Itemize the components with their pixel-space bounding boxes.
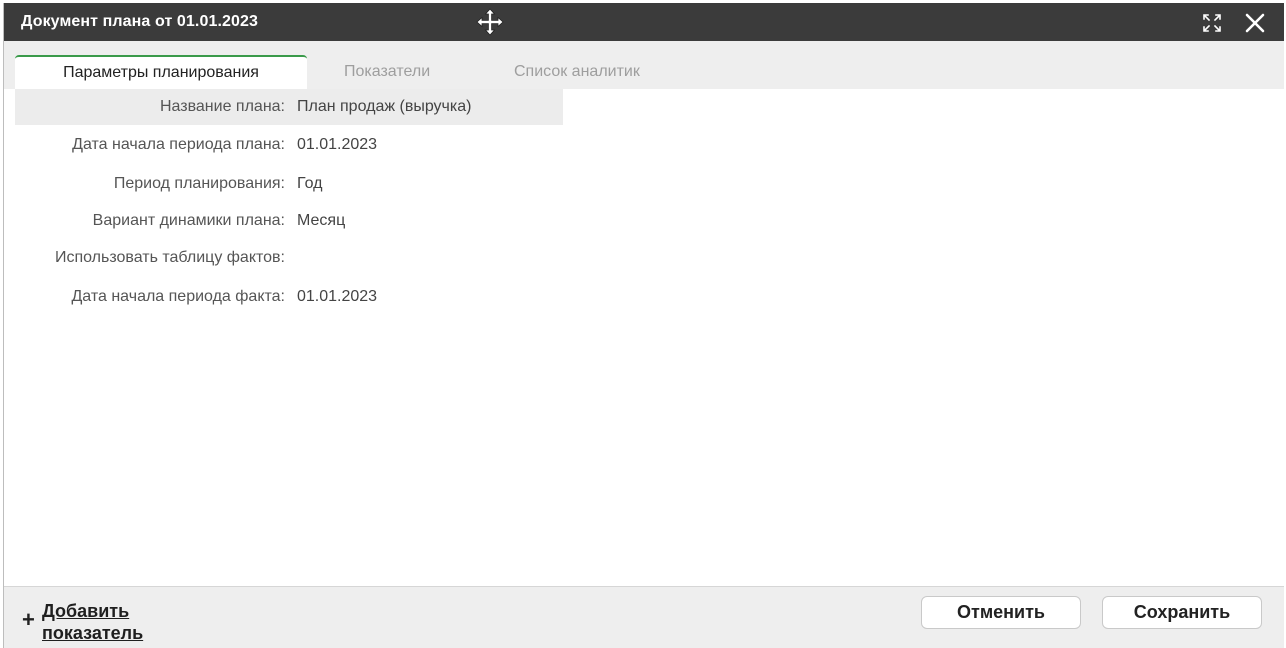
tab-analytics-list[interactable]: Список аналитик [514,55,640,89]
plan-start-date-label: Дата начала периода плана: [72,136,285,153]
plus-icon[interactable]: + [22,609,35,631]
plan-name-label: Название плана: [159,98,285,115]
save-button[interactable]: Сохранить [1102,596,1262,629]
tab-indicators[interactable]: Показатели [344,55,430,89]
dialog-footer: + Добавить показатель Отменить Сохранить [4,586,1284,648]
form-row-plan-dynamics[interactable]: Вариант динамики плана: Месяц [15,203,563,239]
expand-icon[interactable] [1202,13,1222,33]
fact-start-date-value: 01.01.2023 [297,288,378,305]
cancel-button[interactable]: Отменить [921,596,1081,629]
dialog-title: Документ плана от 01.01.2023 [21,13,259,30]
plan-start-date-value: 01.01.2023 [297,136,378,153]
planning-period-label: Период планирования: [113,175,285,192]
form-row-planning-period[interactable]: Период планирования: Год [15,166,563,202]
use-facts-table-label: Использовать таблицу фактов: [54,249,285,266]
form-row-plan-start-date[interactable]: Дата начала периода плана: 01.01.2023 [15,127,563,163]
planning-period-value: Год [297,175,323,192]
form-row-fact-start-date[interactable]: Дата начала периода факта: 01.01.2023 [15,279,563,315]
close-icon[interactable] [1244,12,1266,34]
add-indicator-link[interactable]: Добавить показатель [42,600,192,644]
move-icon[interactable] [476,8,504,36]
dialog-titlebar[interactable]: Документ плана от 01.01.2023 [4,3,1284,41]
tab-planning-parameters[interactable]: Параметры планирования [15,55,307,89]
plan-dynamics-value: Месяц [297,212,346,229]
fact-start-date-label: Дата начала периода факта: [71,288,285,305]
form-row-plan-name[interactable]: Название плана: План продаж (выручка) [15,89,563,125]
tab-strip: Параметры планирования Показатели Список… [4,41,1284,89]
plan-dynamics-label: Вариант динамики плана: [92,212,285,229]
planning-parameters-panel: Название плана: План продаж (выручка) Да… [4,89,1284,586]
form-row-use-facts-table[interactable]: Использовать таблицу фактов: [15,240,563,276]
plan-document-dialog: Документ плана от 01.01.2023 Параметры п… [3,3,1284,648]
plan-name-value: План продаж (выручка) [297,98,472,115]
